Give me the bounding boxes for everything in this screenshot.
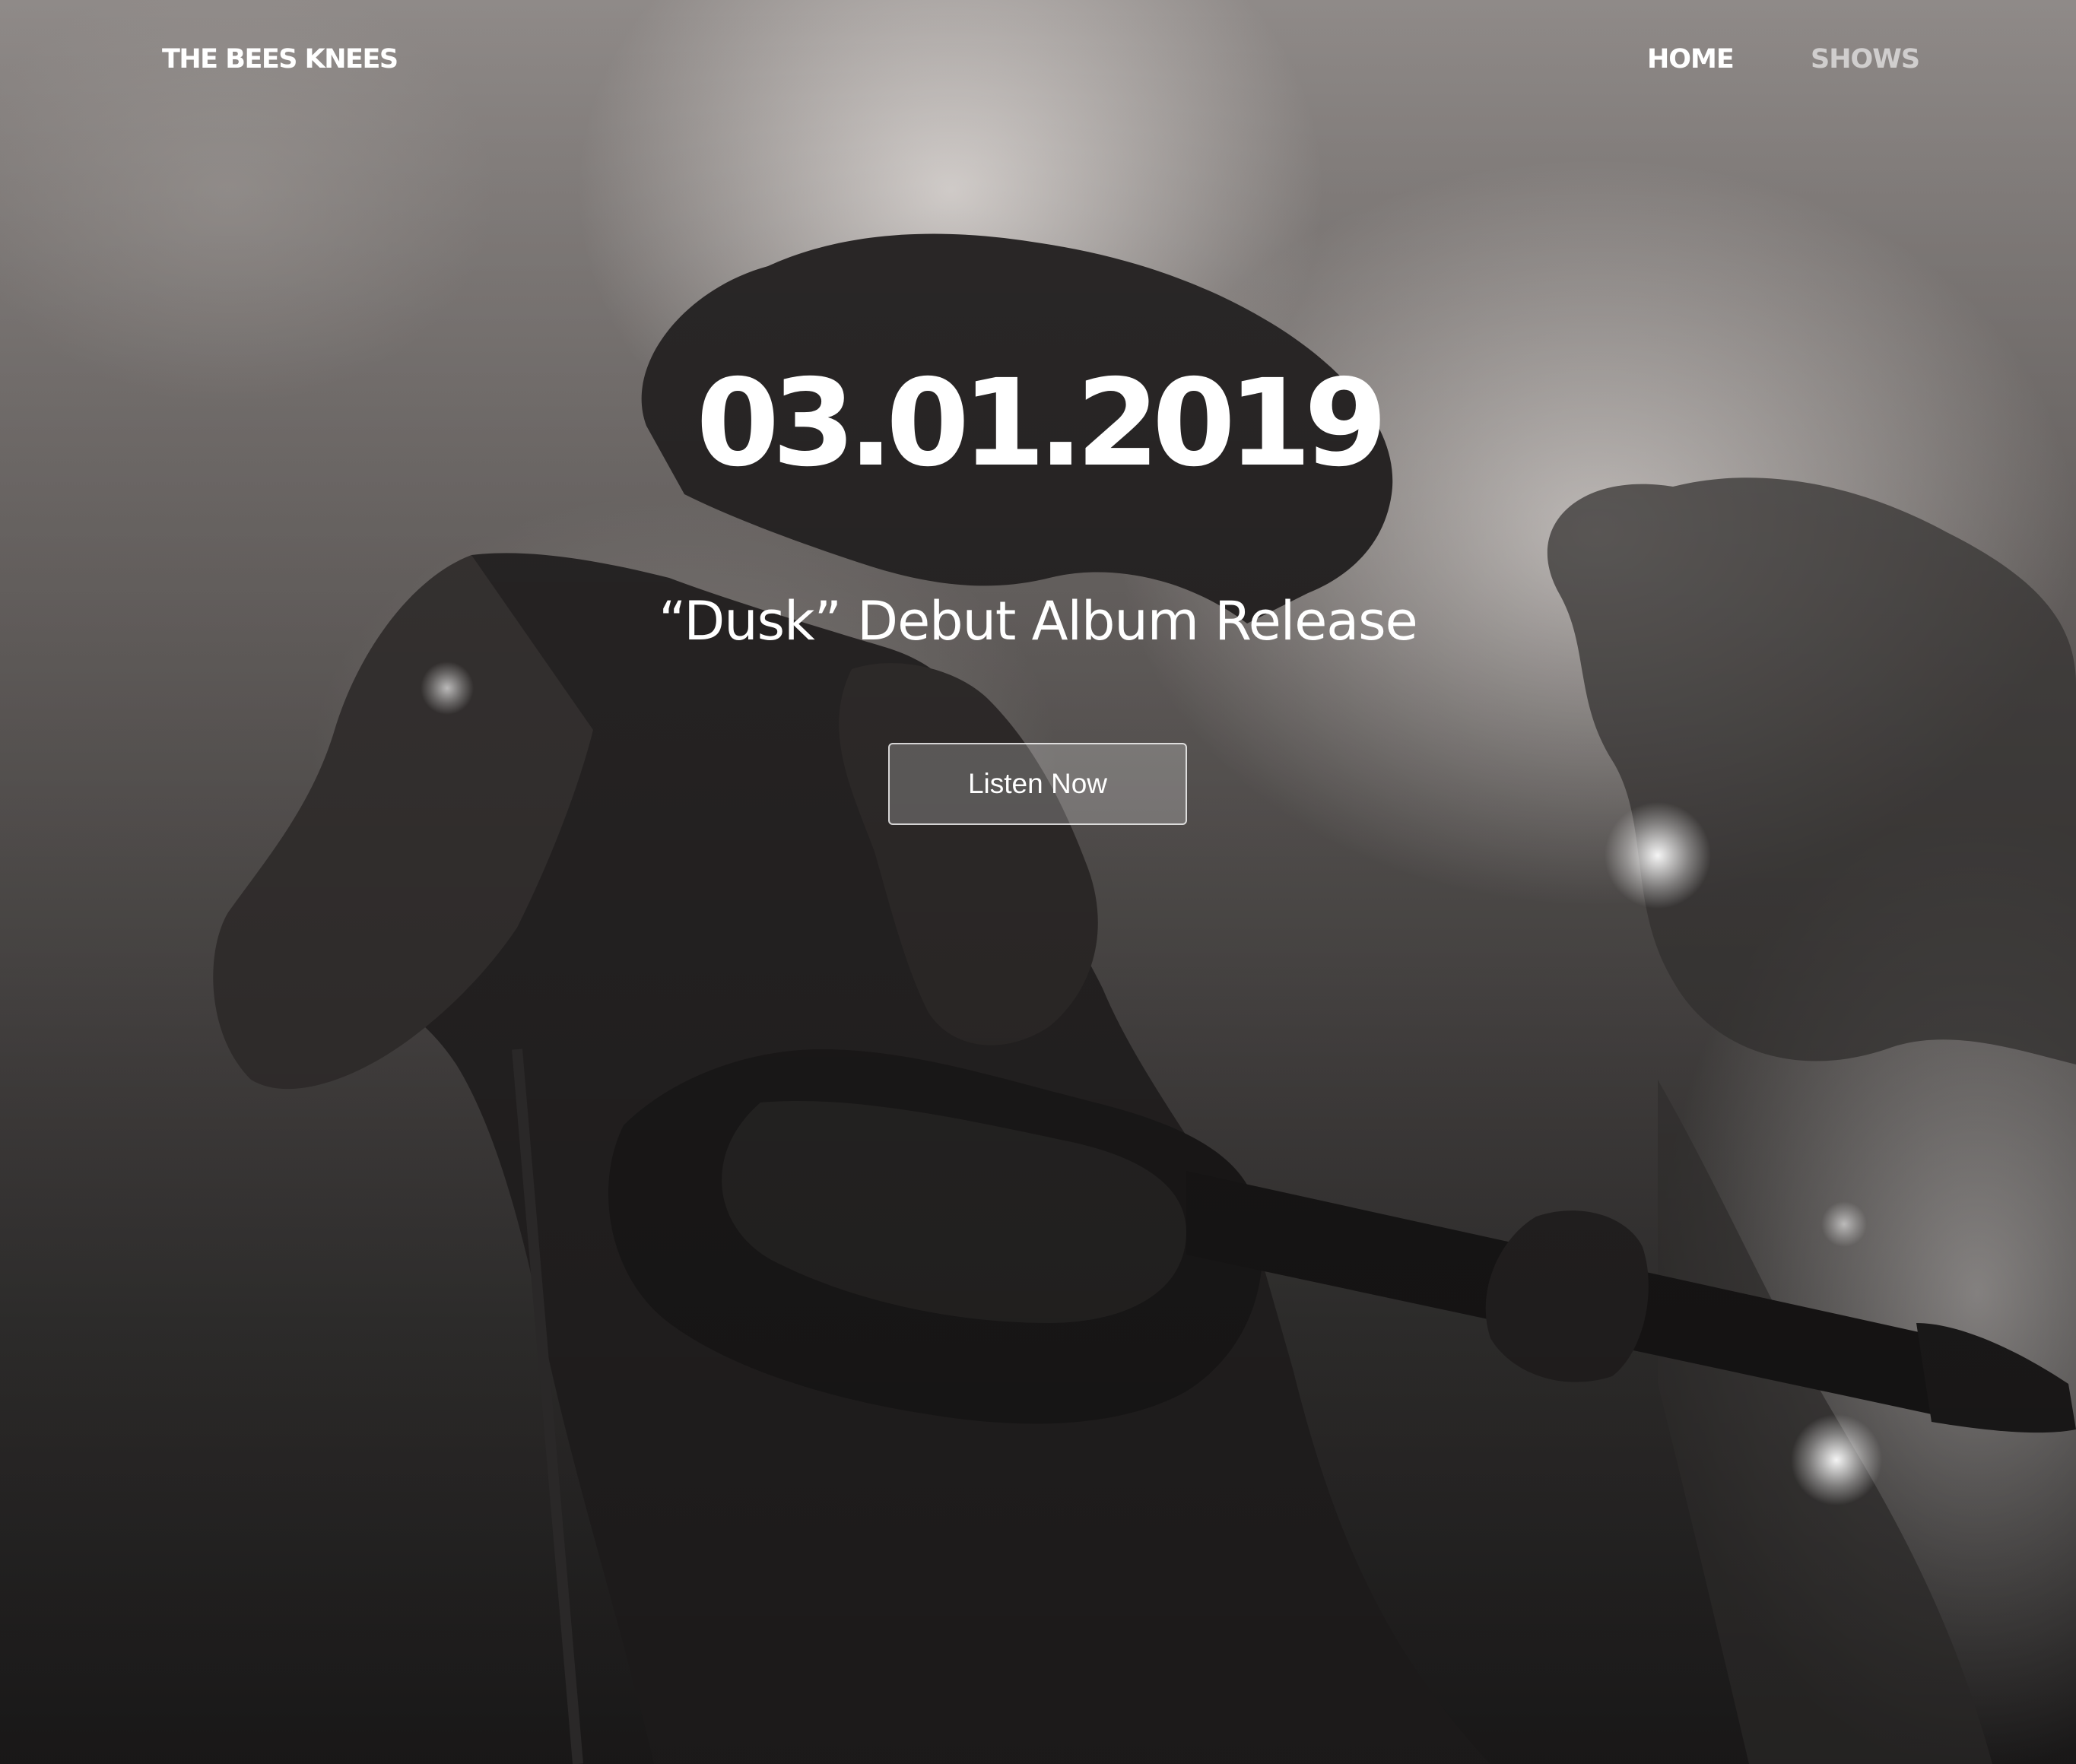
top-navigation: THE BEES KNEES HOME SHOWS xyxy=(0,0,2076,125)
listen-now-button[interactable]: Listen Now xyxy=(888,743,1187,825)
brand-logo[interactable]: THE BEES KNEES xyxy=(162,44,398,75)
hero-background-image xyxy=(0,0,2076,1764)
release-date-heading: 03.01.2019 xyxy=(696,354,1388,493)
album-release-subtitle: “Dusk” Debut Album Release xyxy=(659,590,1417,652)
nav-link-home[interactable]: HOME xyxy=(1647,44,1735,75)
performer-silhouette xyxy=(0,0,2076,1764)
nav-link-shows[interactable]: SHOWS xyxy=(1811,44,1920,75)
hero-section: THE BEES KNEES HOME SHOWS 03.01.2019 “Du… xyxy=(0,0,2076,1764)
